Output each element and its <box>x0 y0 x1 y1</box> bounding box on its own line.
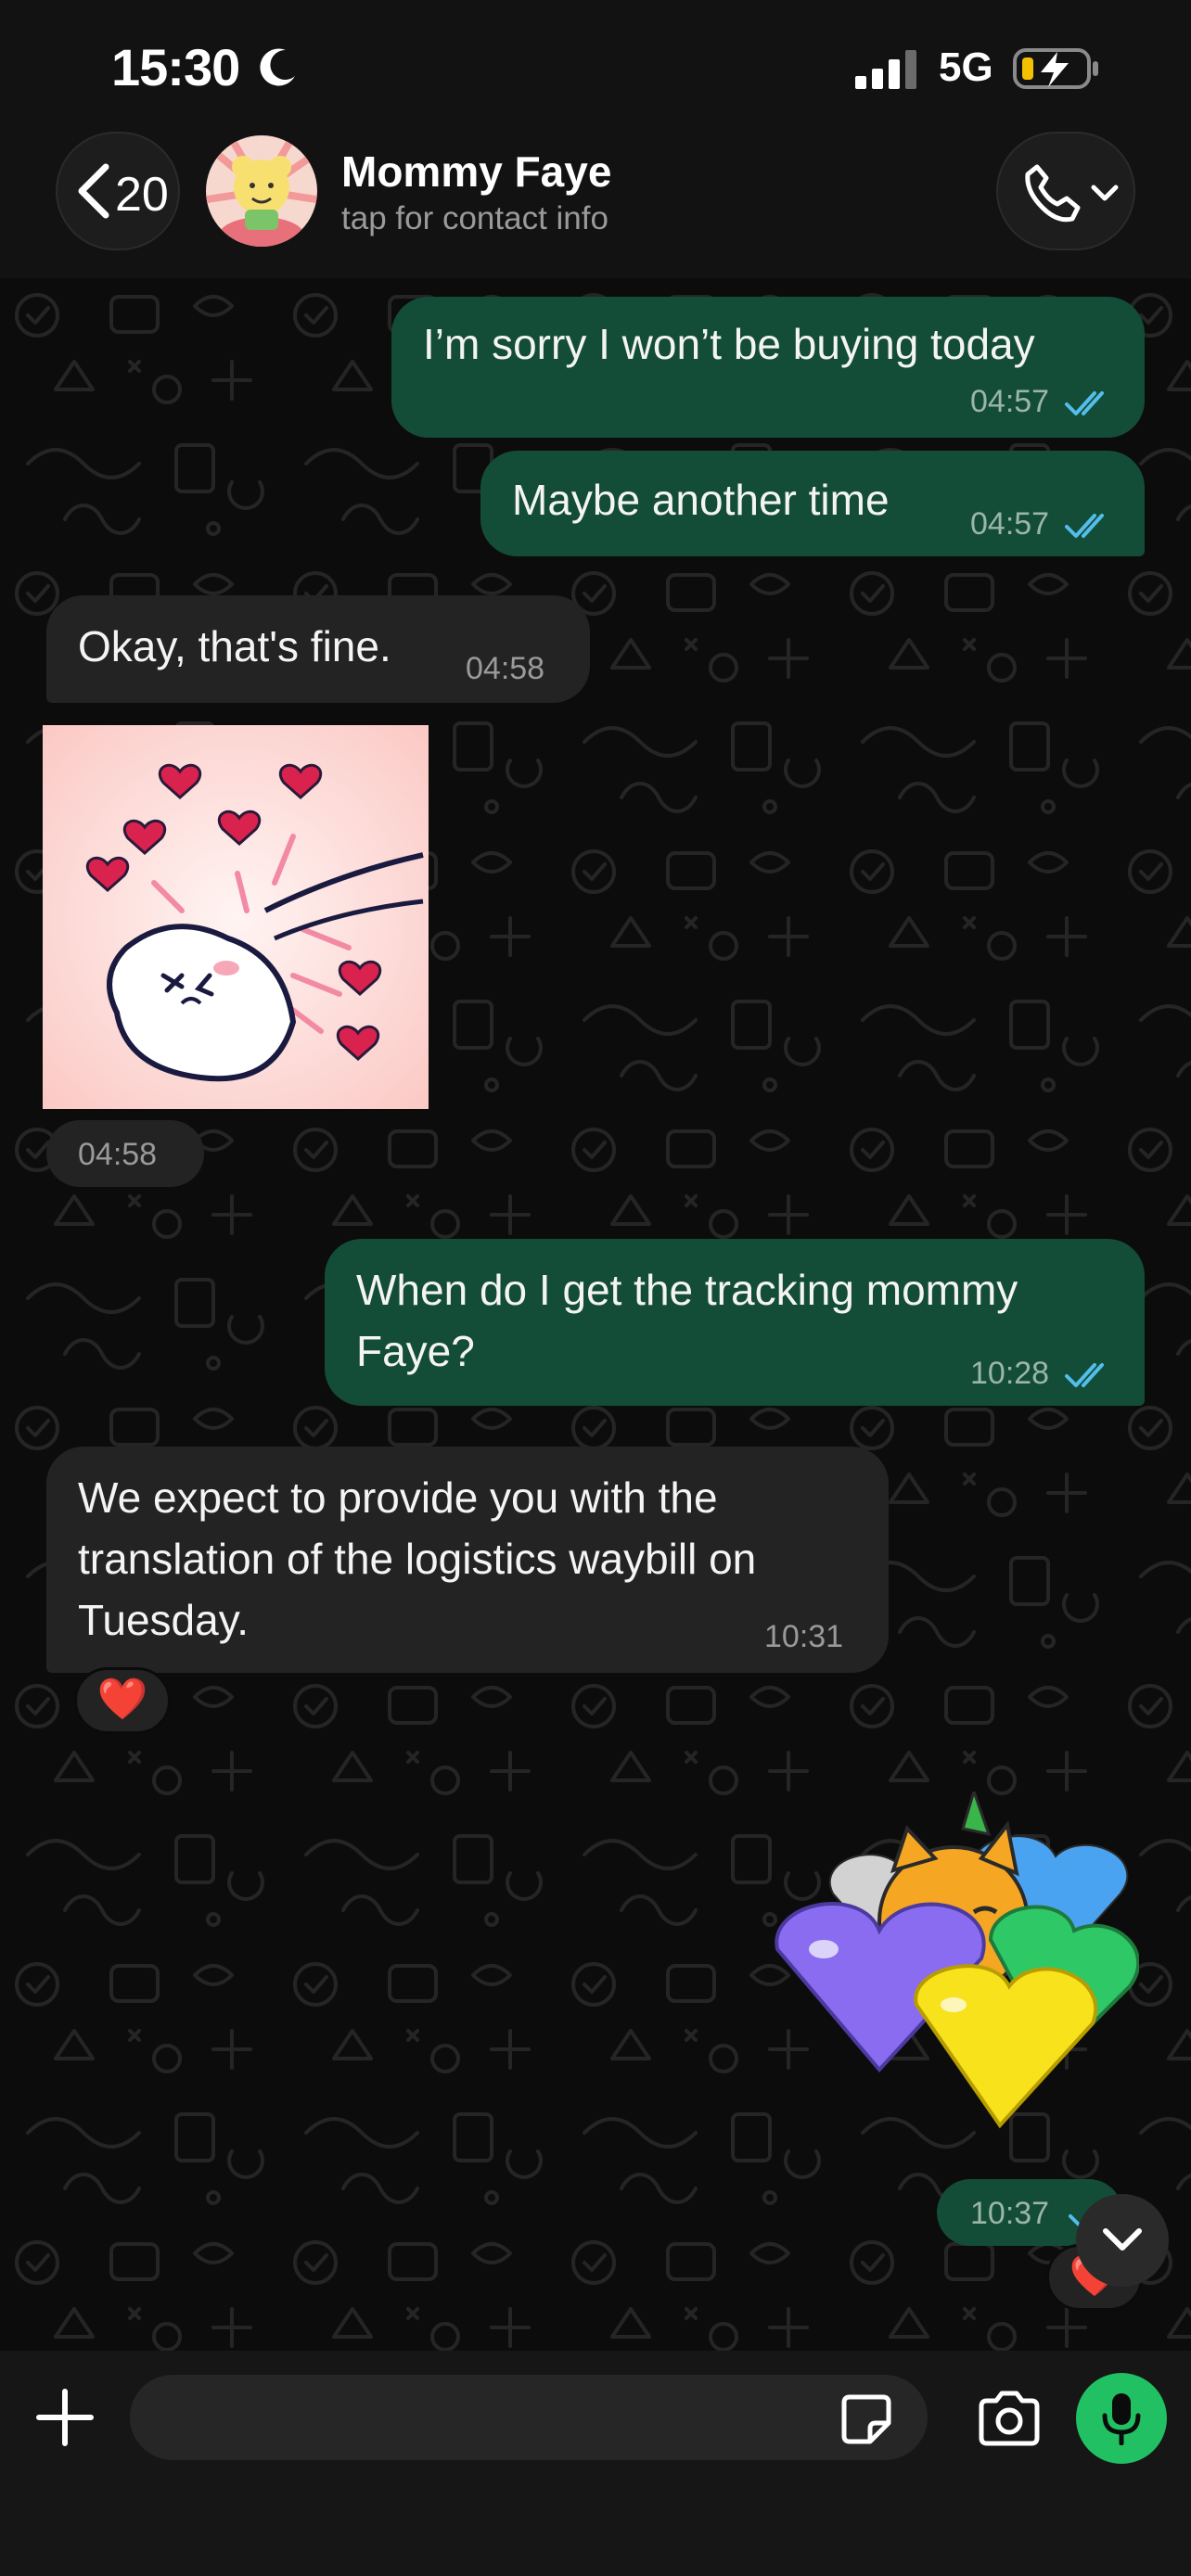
incoming-message[interactable]: Okay, that's fine. 04:58 <box>46 595 590 703</box>
network-label: 5G <box>939 45 993 90</box>
outgoing-message[interactable]: I’m sorry I won’t be buying today 04:57 <box>391 297 1145 438</box>
message-input[interactable] <box>130 2375 928 2460</box>
message-text: Maybe another time <box>512 476 890 524</box>
contact-info-hint[interactable]: tap for contact info <box>341 200 608 237</box>
outgoing-message[interactable]: When do I get the tracking mommy Faye? 1… <box>325 1239 1145 1406</box>
outgoing-message[interactable]: Maybe another time 04:57 <box>480 451 1145 556</box>
chevron-down-icon <box>1103 2228 1142 2251</box>
message-time: 10:37 <box>970 2196 1050 2231</box>
battery-charging-icon <box>1013 48 1098 89</box>
message-time: 04:58 <box>466 651 545 686</box>
microphone-button[interactable] <box>1076 2373 1167 2464</box>
hamster-hearts-sticker[interactable] <box>43 725 429 1109</box>
message-text: We expect to provide you with the transl… <box>78 1473 757 1644</box>
status-bar: 15:30 5G <box>0 0 1191 139</box>
message-time: 04:57 <box>970 384 1050 419</box>
chevron-down-icon <box>1091 185 1119 201</box>
phone-icon <box>1025 164 1081 223</box>
reaction-heart[interactable]: ❤️ <box>74 1667 171 1734</box>
back-button[interactable]: 20 <box>56 132 180 250</box>
chat-header: 20 Mommy Faye tap for contact info <box>0 121 1191 278</box>
incoming-message[interactable]: We expect to provide you with the transl… <box>46 1447 889 1673</box>
signal-icon <box>855 50 916 89</box>
sticker-icon[interactable] <box>839 2391 894 2447</box>
message-text: I’m sorry I won’t be buying today <box>423 320 1035 368</box>
message-time: 04:57 <box>970 506 1050 542</box>
read-receipt-icon <box>1065 1363 1104 1387</box>
chevron-left-icon <box>78 163 109 219</box>
read-receipt-icon <box>1065 514 1104 538</box>
scroll-to-bottom-button[interactable] <box>1076 2194 1169 2287</box>
reaction-emoji: ❤️ <box>96 1677 148 1722</box>
message-time: 10:31 <box>764 1619 844 1654</box>
message-time: 10:28 <box>970 1356 1050 1391</box>
camera-icon[interactable] <box>976 2390 1043 2447</box>
input-bar <box>0 2351 1191 2576</box>
contact-name[interactable]: Mommy Faye <box>341 147 611 197</box>
avatar[interactable] <box>206 135 317 247</box>
microphone-icon <box>1102 2393 1141 2445</box>
message-time: 04:58 <box>78 1137 158 1172</box>
sticker-time-pill: 04:58 <box>46 1120 204 1187</box>
read-receipt-icon <box>1065 389 1113 417</box>
call-button[interactable] <box>996 132 1135 250</box>
message-text: Okay, that's fine. <box>78 622 391 670</box>
status-time: 15:30 <box>111 38 240 96</box>
cat-balloon-hearts-sticker[interactable] <box>768 1787 1141 2144</box>
message-text: When do I get the tracking mommy Faye? <box>356 1266 1018 1375</box>
unread-count: 20 <box>115 168 169 222</box>
plus-icon[interactable] <box>35 2388 95 2447</box>
moon-icon <box>260 48 295 86</box>
